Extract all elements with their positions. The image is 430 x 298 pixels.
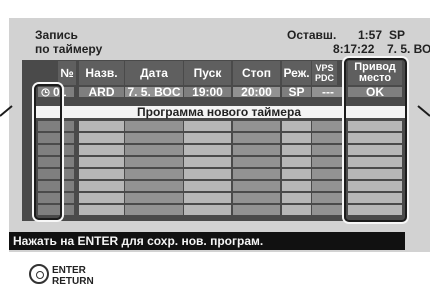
column-header-stop: Стоп <box>233 61 280 85</box>
right-pointer-icon <box>417 105 430 117</box>
remote-dpad-icon <box>29 264 49 284</box>
empty-cell <box>233 181 280 191</box>
timer-column-highlight <box>34 84 62 220</box>
empty-cell <box>125 169 183 179</box>
return-key-label: RETURN <box>52 276 94 287</box>
empty-cell <box>184 205 231 215</box>
empty-cell <box>312 133 344 143</box>
cell-mode: SP <box>282 85 311 99</box>
cell-start: 19:00 <box>184 85 231 99</box>
column-header-vps-pdc: VPS PDC <box>312 61 337 85</box>
empty-cell <box>125 145 183 155</box>
enter-key-label: ENTER <box>52 265 86 276</box>
empty-cell <box>233 205 280 215</box>
remaining-mode: SP <box>389 28 406 42</box>
empty-cell <box>184 181 231 191</box>
timer-recording-screen: Запись по таймеру Оставш. 1:57 SP 8:17:2… <box>0 0 430 298</box>
current-date: 7. 5. ВОС <box>387 42 430 56</box>
empty-cell <box>125 193 183 203</box>
cell-stop: 20:00 <box>233 85 280 99</box>
column-header-start: Пуск <box>184 61 231 85</box>
column-header-name: Назв. <box>79 61 124 85</box>
empty-cell <box>79 133 124 143</box>
empty-cell <box>79 205 124 215</box>
empty-cell <box>125 133 183 143</box>
empty-cell <box>282 145 311 155</box>
screen-title-line1: Запись <box>35 28 78 42</box>
empty-cell <box>125 181 183 191</box>
empty-cell <box>282 133 311 143</box>
empty-cell <box>312 193 344 203</box>
cell-name: ARD <box>79 85 124 99</box>
empty-cell <box>184 193 231 203</box>
empty-cell <box>184 157 231 167</box>
empty-cell <box>233 133 280 143</box>
empty-cell <box>312 205 344 215</box>
empty-cell <box>79 145 124 155</box>
empty-cell <box>79 193 124 203</box>
empty-cell <box>125 205 183 215</box>
empty-cell <box>79 121 124 131</box>
empty-cell <box>233 193 280 203</box>
empty-cell <box>79 157 124 167</box>
remote-key-legend: ENTER RETURN <box>52 265 94 287</box>
empty-cell <box>233 121 280 131</box>
pdc-label: PDC <box>314 73 334 83</box>
empty-cell <box>312 121 344 131</box>
empty-cell <box>312 181 344 191</box>
empty-cell <box>184 121 231 131</box>
vps-label: VPS <box>315 63 334 73</box>
empty-cell <box>282 205 311 215</box>
empty-cell <box>282 181 311 191</box>
empty-cell <box>312 145 344 155</box>
empty-cell <box>233 145 280 155</box>
drive-column-highlight <box>344 58 407 222</box>
empty-cell <box>79 169 124 179</box>
screen-title-line2: по таймеру <box>35 42 103 56</box>
empty-cell <box>233 169 280 179</box>
remaining-label: Оставш. <box>287 28 337 42</box>
remaining-time: 1:57 <box>358 28 383 42</box>
empty-cell <box>282 121 311 131</box>
cell-vps: --- <box>312 85 344 99</box>
empty-cell <box>282 157 311 167</box>
column-header-mode: Реж. <box>282 61 311 85</box>
left-pointer-icon <box>0 105 13 117</box>
empty-cell <box>312 157 344 167</box>
empty-cell <box>125 121 183 131</box>
empty-cell <box>184 133 231 143</box>
remote-center-button <box>36 271 44 279</box>
empty-cell <box>184 145 231 155</box>
column-header-date: Дата <box>125 61 183 85</box>
empty-cell <box>282 193 311 203</box>
instruction-bar: Нажать на ENTER для сохр. нов. програм. <box>9 232 405 250</box>
empty-cell <box>184 169 231 179</box>
empty-cell <box>125 157 183 167</box>
empty-cell <box>312 169 344 179</box>
empty-cell <box>79 181 124 191</box>
empty-cell <box>282 169 311 179</box>
empty-cell <box>233 157 280 167</box>
cell-date: 7. 5. ВОС <box>125 85 183 99</box>
current-time: 8:17:22 <box>333 42 375 56</box>
column-header-number: № <box>58 61 76 85</box>
